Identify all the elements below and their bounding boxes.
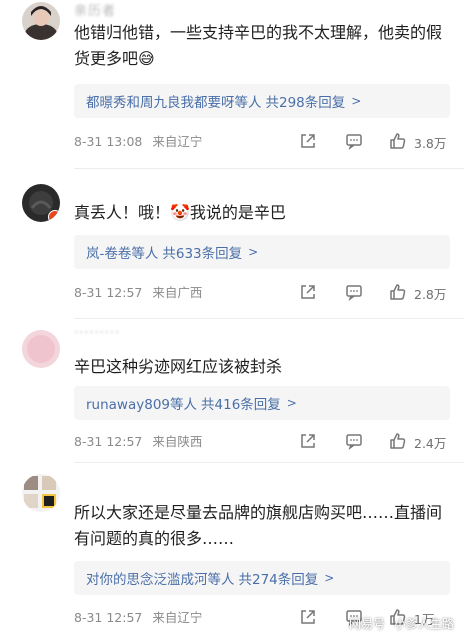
- comment-time-location: 8-31 12:57 来自陕西: [74, 431, 202, 450]
- reply-count: 共274条回复: [238, 572, 319, 588]
- share-icon[interactable]: [298, 431, 318, 451]
- reply-summary[interactable]: runaway809等人 共416条回复 >: [74, 386, 450, 420]
- reply-arrow-icon: >: [324, 571, 335, 585]
- reply-count: 共633条回复: [162, 246, 243, 262]
- comment-meta: 8-31 12:57 来自陕西 2.4万: [74, 431, 454, 451]
- reply-names: 都暻秀和周九良我都要呀等人: [86, 95, 262, 111]
- divider: [74, 318, 464, 319]
- reply-summary[interactable]: 都暻秀和周九良我都要呀等人 共298条回复 >: [74, 84, 450, 118]
- comment-text: 辛巴这种劣迹网红应该被封杀: [74, 357, 283, 376]
- like-icon[interactable]: [388, 282, 408, 302]
- comment-location: 来自辽宁: [152, 610, 203, 625]
- like-count: 2.8万: [414, 287, 447, 302]
- divider: [74, 462, 464, 463]
- share-icon[interactable]: [298, 131, 318, 151]
- share-icon[interactable]: [298, 282, 318, 302]
- reply-names: runaway809等人: [86, 397, 198, 413]
- like-count: 3.8万: [414, 136, 447, 151]
- comment-text: 他错归他错，一些支持辛巴的我不太理解，他卖的假货更多吧😅: [74, 23, 443, 68]
- reply-summary[interactable]: 对你的思念泛滥成河等人 共274条回复 >: [74, 561, 450, 595]
- reply-arrow-icon: >: [351, 94, 362, 108]
- comment-time: 8-31 12:57: [74, 434, 143, 449]
- avatar[interactable]: [22, 474, 60, 512]
- username[interactable]: 亲历者: [74, 0, 116, 19]
- comment-feed: 亲历者 他错归他错，一些支持辛巴的我不太理解，他卖的假货更多吧😅 都暻秀和周九良…: [0, 0, 464, 640]
- comment-time-location: 8-31 12:57 来自辽宁: [74, 607, 202, 626]
- divider: [74, 168, 464, 169]
- like-icon[interactable]: [388, 431, 408, 451]
- comment-text: 真丢人！哦！🤡我说的是辛巴: [74, 203, 286, 222]
- comment-icon[interactable]: [344, 282, 364, 302]
- reply-summary[interactable]: 岚-卷卷等人 共633条回复 >: [74, 235, 450, 269]
- comment-meta: 8-31 12:57 来自广西 2.8万: [74, 282, 454, 302]
- comment-time-location: 8-31 13:08 来自辽宁: [74, 131, 202, 150]
- watermark-separator: [388, 617, 390, 630]
- comment-location: 来自陕西: [152, 434, 203, 449]
- watermark-source: 网易号: [348, 617, 385, 631]
- reply-arrow-icon: >: [286, 396, 297, 410]
- comment-time: 8-31 13:08: [74, 134, 143, 149]
- avatar[interactable]: [22, 2, 60, 40]
- like-icon[interactable]: [388, 131, 408, 151]
- like-count: 2.4万: [414, 436, 447, 451]
- comment-time: 8-31 12:57: [74, 285, 143, 300]
- comment-time-location: 8-31 12:57 来自广西: [74, 282, 202, 301]
- watermark: 网易号 小爹人生路: [349, 615, 454, 632]
- verified-badge-icon: [48, 210, 60, 222]
- reply-count: 共298条回复: [265, 95, 346, 111]
- comment-location: 来自辽宁: [152, 134, 203, 149]
- comment-meta: 8-31 13:08 来自辽宁 3.8万: [74, 131, 454, 151]
- reply-arrow-icon: >: [248, 245, 259, 259]
- avatar[interactable]: [22, 184, 60, 222]
- username[interactable]: ·········: [74, 326, 120, 341]
- comment-text: 所以大家还是尽量去品牌的旗舰店购买吧……直播间有问题的真的很多……: [74, 503, 443, 548]
- comment-icon[interactable]: [344, 431, 364, 451]
- share-icon[interactable]: [298, 607, 318, 627]
- reply-names: 对你的思念泛滥成河等人: [86, 572, 235, 588]
- avatar[interactable]: [22, 330, 60, 368]
- comment-location: 来自广西: [152, 285, 203, 300]
- reply-names: 岚-卷卷等人: [86, 246, 159, 262]
- reply-count: 共416条回复: [201, 397, 281, 413]
- comment-icon[interactable]: [344, 131, 364, 151]
- comment-time: 8-31 12:57: [74, 610, 143, 625]
- watermark-author: 小爹人生路: [393, 617, 454, 631]
